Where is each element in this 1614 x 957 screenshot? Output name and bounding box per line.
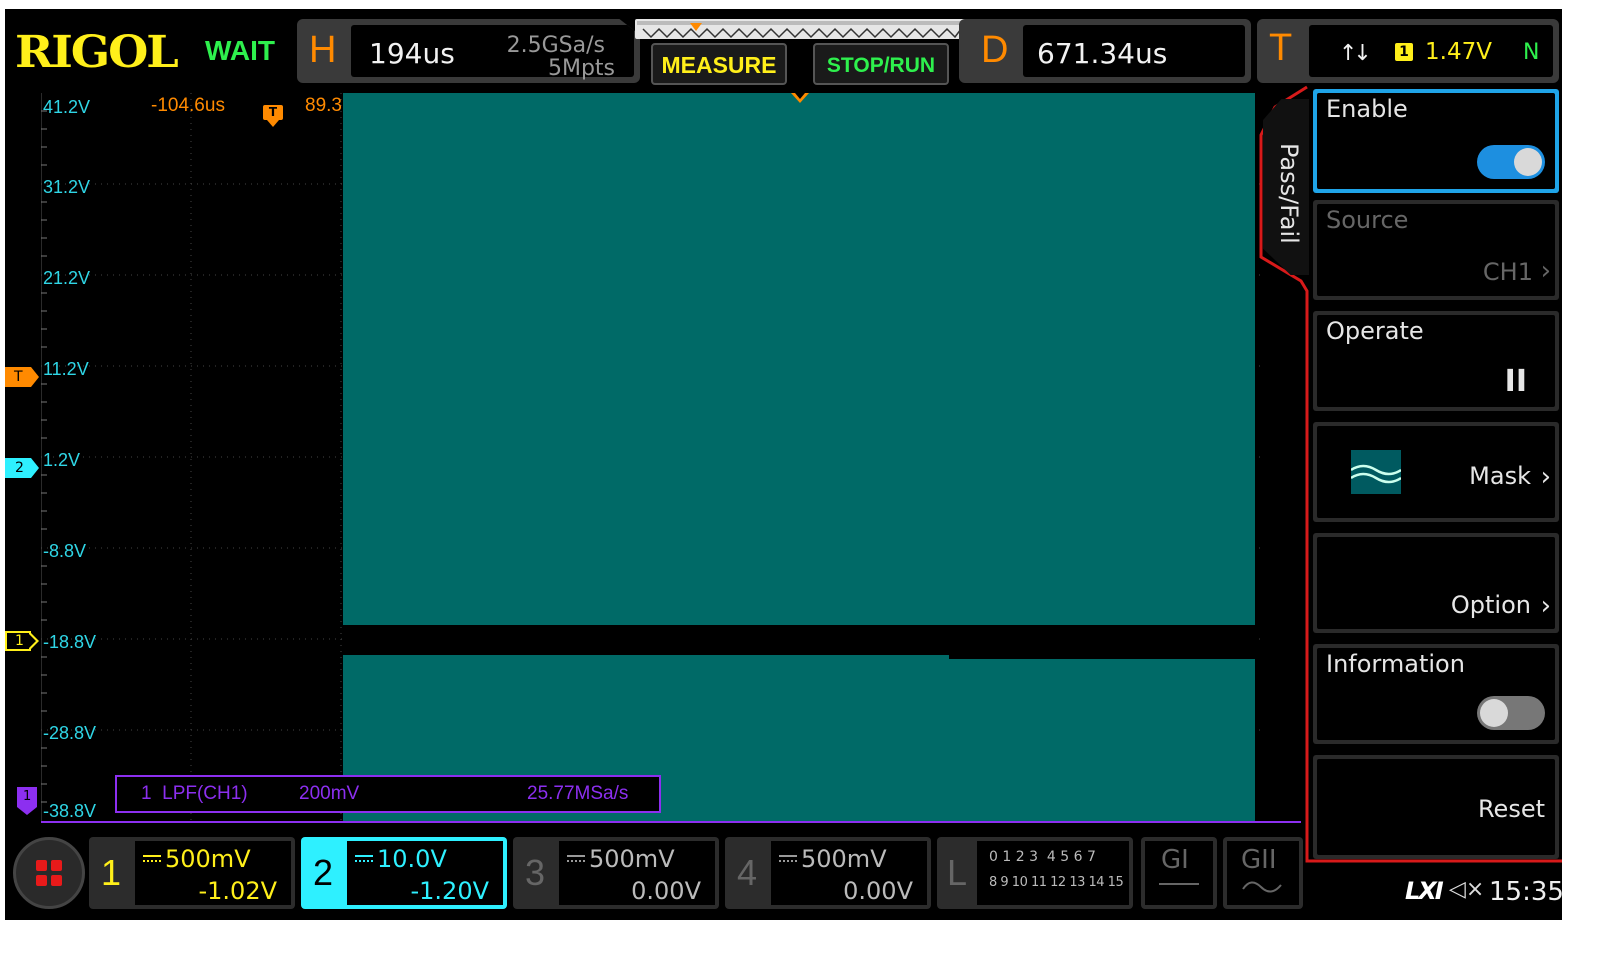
math-baseline — [41, 821, 1301, 823]
timebase-value: 194us — [369, 37, 455, 70]
operate-softkey[interactable]: Operate II — [1313, 311, 1559, 411]
y-label: -38.8V — [43, 801, 97, 821]
delay-value: 671.34us — [1037, 37, 1168, 70]
math-scale: 200mV — [299, 783, 360, 804]
y-label: -8.8V — [43, 541, 87, 561]
y-label: -18.8V — [43, 632, 97, 652]
decoder-2-button[interactable]: GII — [1223, 837, 1303, 909]
reset-softkey[interactable]: Reset — [1313, 755, 1559, 859]
y-label: 21.2V — [43, 268, 91, 288]
y-label: 1.2V — [43, 450, 81, 470]
ch1-panel[interactable]: 1 500mV -1.02V — [89, 837, 295, 909]
information-softkey[interactable]: Information — [1313, 644, 1559, 744]
clock: 15:35 — [1489, 877, 1562, 907]
dc-coupling-icon — [567, 855, 585, 863]
y-label: 11.2V — [43, 359, 89, 379]
trigger-edge-icon: ↑↓ — [1339, 41, 1372, 66]
app-menu-button[interactable] — [13, 837, 85, 909]
dc-coupling-icon — [143, 855, 161, 863]
dc-coupling-icon — [779, 855, 797, 863]
waveform-gap-right — [949, 655, 1255, 659]
ch3-panel[interactable]: 3 500mV 0.00V — [513, 837, 719, 909]
grid-menu-icon — [36, 860, 62, 886]
ch1-offset-marker[interactable]: 1 — [5, 631, 41, 651]
cursor-time-readout-2: 89.3 — [305, 95, 342, 116]
chevron-right-icon: › — [1540, 462, 1551, 492]
cursor-time-readout: -104.6us — [151, 95, 225, 116]
pause-icon: II — [1504, 364, 1527, 399]
measure-button[interactable]: MEASURE — [651, 43, 787, 85]
source-softkey: Source CH1 › — [1313, 200, 1559, 300]
trigger-source-badge: 1 — [1395, 43, 1413, 61]
sample-rate: 2.5GSa/s — [506, 33, 605, 58]
delay-panel[interactable]: D 671.34us — [959, 19, 1251, 83]
math-label: 1 LPF(CH1) — [141, 783, 248, 804]
stop-run-button[interactable]: STOP/RUN — [813, 43, 949, 85]
waveform-gap — [343, 625, 1255, 655]
sine-icon — [1242, 881, 1282, 893]
rigol-logo: RIGOL — [15, 27, 179, 78]
memory-depth: 5Mpts — [547, 56, 615, 81]
trigger-letter: T — [1269, 27, 1293, 69]
logic-analyzer-panel[interactable]: L 0 1 2 3 4 5 6 7 8 9 10 11 12 13 14 15 — [937, 837, 1133, 909]
speaker-muted-icon[interactable]: ◁× — [1449, 877, 1484, 902]
trigger-mode: N — [1523, 40, 1540, 65]
mask-softkey[interactable]: Mask › — [1313, 422, 1559, 522]
acquisition-status: WAIT — [205, 35, 275, 66]
lxi-logo: LXI — [1405, 877, 1444, 905]
math-sample-rate: 25.77MSa/s — [527, 783, 629, 804]
information-toggle[interactable] — [1477, 696, 1545, 730]
oscilloscope-screen: RIGOL WAIT H 194us 2.5GSa/s 5Mpts MEASUR… — [5, 9, 1562, 920]
ch2-panel[interactable]: 2 10.0V -1.20V — [301, 837, 507, 909]
memory-zigzag — [637, 21, 967, 39]
horizontal-letter: H — [309, 29, 337, 71]
enable-softkey[interactable]: Enable — [1313, 89, 1559, 193]
trigger-panel[interactable]: T ↑↓ 1 1.47V N — [1257, 19, 1559, 83]
delay-letter: D — [981, 29, 1009, 71]
ch4-panel[interactable]: 4 500mV 0.00V — [725, 837, 931, 909]
ch2-waveform-lower-right — [949, 659, 1255, 823]
trigger-level-marker[interactable]: T — [5, 367, 41, 387]
horizontal-panel[interactable]: H 194us 2.5GSa/s 5Mpts — [297, 19, 640, 83]
option-softkey[interactable]: Option › — [1313, 533, 1559, 633]
mask-icon — [1350, 450, 1402, 494]
trigger-cursor-icon: T — [263, 105, 283, 127]
pass-fail-tab[interactable]: Pass/Fail — [1263, 99, 1309, 275]
y-label: -28.8V — [43, 723, 97, 743]
math-info-bar[interactable]: 1 LPF(CH1) 200mV 25.77MSa/s — [115, 775, 661, 813]
ch2-waveform-upper — [343, 93, 1255, 625]
math-offset-marker[interactable]: 1 — [17, 787, 37, 817]
y-label: 31.2V — [43, 177, 91, 197]
y-label: 41.2V — [43, 97, 91, 117]
ch2-offset-marker[interactable]: 2 — [5, 458, 41, 478]
decoder-1-button[interactable]: GI — [1141, 837, 1217, 909]
dc-coupling-icon — [355, 855, 373, 863]
chevron-right-icon: › — [1540, 591, 1551, 621]
chevron-right-icon: › — [1540, 256, 1551, 286]
memory-position-bar[interactable] — [635, 19, 969, 39]
trigger-level: 1.47V — [1425, 39, 1492, 65]
enable-toggle[interactable] — [1477, 145, 1545, 179]
pass-fail-tab-label: Pass/Fail — [1275, 143, 1303, 244]
